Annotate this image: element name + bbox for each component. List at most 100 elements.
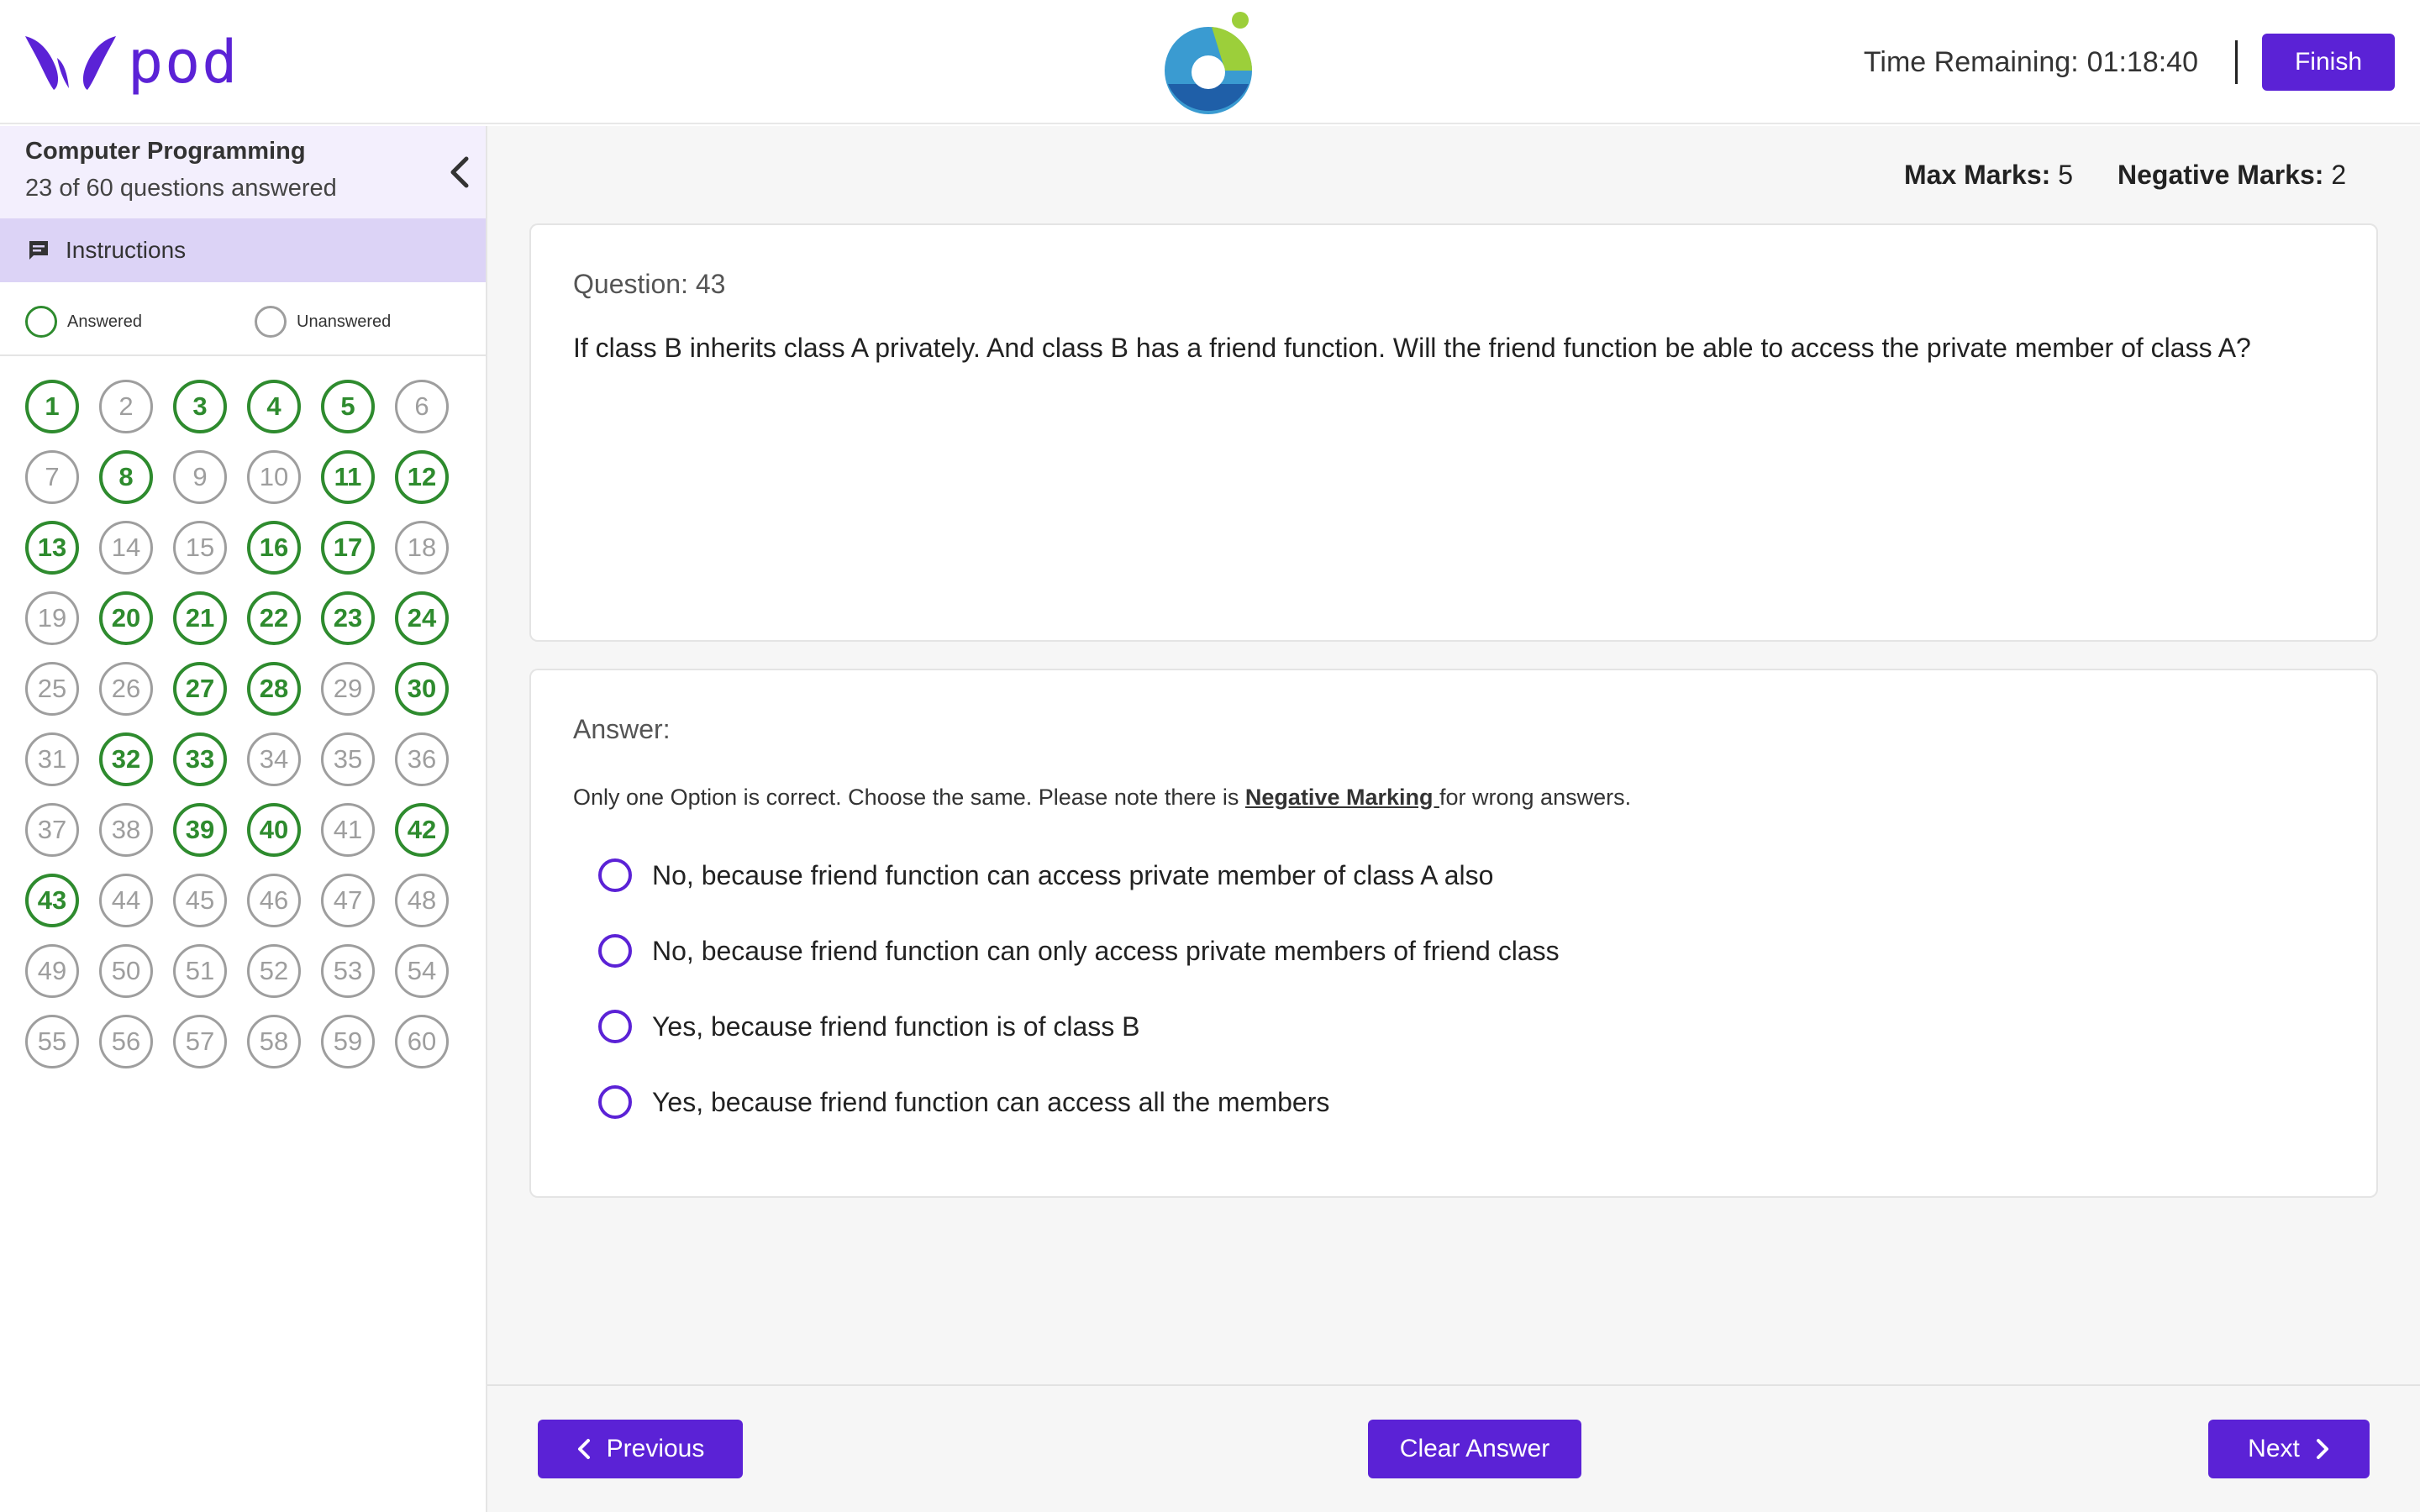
question-number-button[interactable]: 30 (395, 662, 449, 716)
question-number-button[interactable]: 13 (25, 521, 79, 575)
question-number-button[interactable]: 17 (321, 521, 375, 575)
question-number-button[interactable]: 40 (247, 803, 301, 857)
question-number-button[interactable]: 22 (247, 591, 301, 645)
question-number-button[interactable]: 34 (247, 732, 301, 786)
question-number-button[interactable]: 44 (99, 874, 153, 927)
question-number-button[interactable]: 26 (99, 662, 153, 716)
question-number-button[interactable]: 41 (321, 803, 375, 857)
answered-circle-icon (25, 306, 57, 338)
question-number-button[interactable]: 18 (395, 521, 449, 575)
question-number-button[interactable]: 46 (247, 874, 301, 927)
question-number-button[interactable]: 25 (25, 662, 79, 716)
answer-option[interactable]: No, because friend function can access p… (598, 858, 1493, 892)
question-number-button[interactable]: 29 (321, 662, 375, 716)
question-number-button[interactable]: 16 (247, 521, 301, 575)
radio-button[interactable] (598, 934, 632, 968)
question-number-button[interactable]: 53 (321, 944, 375, 998)
legend-unanswered-label: Unanswered (297, 312, 392, 331)
question-number-button[interactable]: 2 (99, 380, 153, 433)
legend-unanswered: Unanswered (255, 306, 391, 338)
radio-button[interactable] (598, 1085, 632, 1119)
option-label[interactable]: No, because friend function can only acc… (652, 936, 1560, 967)
negative-marks: Negative Marks: 2 (2118, 160, 2346, 191)
question-number-button[interactable]: 15 (173, 521, 227, 575)
question-number-button[interactable]: 33 (173, 732, 227, 786)
question-number-button[interactable]: 51 (173, 944, 227, 998)
option-label[interactable]: Yes, because friend function is of class… (652, 1011, 1139, 1042)
question-number-button[interactable]: 7 (25, 450, 79, 504)
question-number-button[interactable]: 9 (173, 450, 227, 504)
question-number-button[interactable]: 32 (99, 732, 153, 786)
question-number-button[interactable]: 57 (173, 1015, 227, 1068)
radio-button[interactable] (598, 1010, 632, 1043)
question-number-button[interactable]: 42 (395, 803, 449, 857)
question-number-button[interactable]: 49 (25, 944, 79, 998)
palette-legend: Answered Unanswered (0, 282, 486, 356)
question-number-button[interactable]: 35 (321, 732, 375, 786)
question-area: Max Marks: 5 Negative Marks: 2 Question:… (487, 126, 2420, 1386)
chevron-left-icon (450, 156, 469, 188)
question-number-button[interactable]: 54 (395, 944, 449, 998)
question-palette-sidebar: Computer Programming 23 of 60 questions … (0, 126, 487, 1512)
question-number-button[interactable]: 8 (99, 450, 153, 504)
answer-instructions: Only one Option is correct. Choose the s… (573, 785, 1631, 811)
question-number-button[interactable]: 43 (25, 874, 79, 927)
collapse-sidebar-button[interactable] (442, 151, 476, 193)
question-number-button[interactable]: 58 (247, 1015, 301, 1068)
header-divider (2235, 40, 2238, 84)
max-marks: Max Marks: 5 (1904, 160, 2073, 191)
question-number-button[interactable]: 55 (25, 1015, 79, 1068)
next-button[interactable]: Next (2208, 1420, 2370, 1478)
answer-option[interactable]: Yes, because friend function can access … (598, 1085, 1329, 1119)
instructions-link[interactable]: Instructions (0, 218, 486, 282)
question-number-button[interactable]: 50 (99, 944, 153, 998)
clear-answer-button[interactable]: Clear Answer (1368, 1420, 1581, 1478)
question-number-button[interactable]: 21 (173, 591, 227, 645)
timer-label: Time Remaining: (1863, 45, 2079, 78)
pod-logo[interactable]: pod (24, 30, 239, 94)
question-number-button[interactable]: 24 (395, 591, 449, 645)
question-number-button[interactable]: 27 (173, 662, 227, 716)
question-number-button[interactable]: 3 (173, 380, 227, 433)
answered-progress: 23 of 60 questions answered (25, 175, 337, 202)
question-text: If class B inherits class A privately. A… (573, 333, 2251, 363)
answer-option[interactable]: Yes, because friend function is of class… (598, 1010, 1139, 1043)
question-number-button[interactable]: 56 (99, 1015, 153, 1068)
radio-button[interactable] (598, 858, 632, 892)
question-number-button[interactable]: 4 (247, 380, 301, 433)
unanswered-circle-icon (255, 306, 287, 338)
next-label: Next (2248, 1435, 2300, 1462)
question-number-button[interactable]: 38 (99, 803, 153, 857)
question-number-button[interactable]: 23 (321, 591, 375, 645)
question-number-button[interactable]: 39 (173, 803, 227, 857)
option-label[interactable]: No, because friend function can access p… (652, 860, 1493, 891)
negative-marking-link[interactable]: Negative Marking (1245, 785, 1439, 810)
question-number-button[interactable]: 31 (25, 732, 79, 786)
previous-button[interactable]: Previous (538, 1420, 743, 1478)
question-number-button[interactable]: 52 (247, 944, 301, 998)
chevron-left-icon (577, 1439, 590, 1459)
question-number-button[interactable]: 11 (321, 450, 375, 504)
question-number-button[interactable]: 60 (395, 1015, 449, 1068)
question-number-button[interactable]: 59 (321, 1015, 375, 1068)
question-number-button[interactable]: 19 (25, 591, 79, 645)
question-number-button[interactable]: 1 (25, 380, 79, 433)
option-label[interactable]: Yes, because friend function can access … (652, 1087, 1329, 1118)
question-number-button[interactable]: 36 (395, 732, 449, 786)
question-number-button[interactable]: 14 (99, 521, 153, 575)
instructions-label: Instructions (66, 237, 187, 263)
question-number-button[interactable]: 28 (247, 662, 301, 716)
max-marks-label: Max Marks: (1904, 160, 2051, 190)
question-number-button[interactable]: 20 (99, 591, 153, 645)
finish-button[interactable]: Finish (2262, 34, 2395, 91)
question-number-button[interactable]: 45 (173, 874, 227, 927)
answer-option[interactable]: No, because friend function can only acc… (598, 934, 1560, 968)
question-number-button[interactable]: 48 (395, 874, 449, 927)
question-number-button[interactable]: 6 (395, 380, 449, 433)
question-number-button[interactable]: 5 (321, 380, 375, 433)
subject-header: Computer Programming 23 of 60 questions … (0, 126, 486, 218)
question-number-button[interactable]: 37 (25, 803, 79, 857)
question-number-button[interactable]: 47 (321, 874, 375, 927)
question-number-button[interactable]: 12 (395, 450, 449, 504)
question-number-button[interactable]: 10 (247, 450, 301, 504)
